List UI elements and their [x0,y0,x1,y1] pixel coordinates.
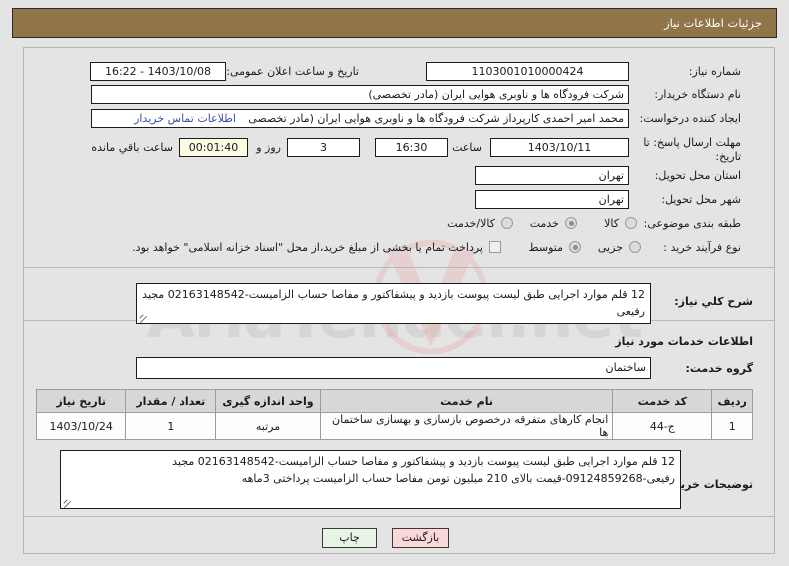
cell-code: ج-44 [612,412,713,440]
remaining-word: ساعت باقي مانده [91,141,173,154]
col-name: نام خدمت [319,389,614,413]
col-radif: ردیف [711,389,753,413]
deadline-date-value: 1403/10/11 [490,138,629,157]
deadline-time-value: 16:30 [375,138,448,157]
deadline-label: مهلت ارسال پاسخ: تا تاریخ: [643,136,741,163]
cell-name: انجام کارهای متفرقه درخصوص بازسازی و بهس… [319,412,614,440]
divider-3 [24,516,774,517]
cell-radif: 1 [711,412,753,440]
summary-label: شرح کلي نیاز: [674,295,753,308]
col-unit: واحد اندازه گیری [215,389,321,413]
cell-date: 1403/10/24 [35,412,127,440]
radio-category-khedmat[interactable] [565,217,577,229]
table-row: 1 ج-44 انجام کارهای متفرقه درخصوص بازساز… [35,412,753,440]
service-group-label: گروه خدمت: [685,362,753,375]
cell-quantity: 1 [125,412,217,440]
radio-category-khedmat-label: خدمت [529,217,559,230]
buyer-notes-value: 12 قلم موارد اجرایی طبق لیست پیوست بازدی… [60,450,681,509]
public-announce-value: 1403/10/08 - 16:22 [90,62,226,81]
request-creator-label: ایجاد کننده درخواست: [639,112,741,125]
back-button[interactable]: بازگشت [392,528,449,548]
process-label: نوع فرآیند خرید : [663,241,741,254]
table-header-row: ردیف کد خدمت نام خدمت واحد اندازه گیری ت… [35,389,753,413]
radio-process-jozi-label: جزیی [597,241,623,254]
radio-category-kala-khedmat[interactable] [501,217,513,229]
radio-category-kala[interactable] [625,217,637,229]
buyer-org-value: شرکت فرودگاه ها و ناوبری هوایی ایران (ما… [91,85,629,104]
summary-text: 12 قلم موارد اجرایی طبق لیست پیوست بازدی… [142,288,645,318]
days-word: روز و [256,141,281,154]
col-date: تاریخ نیاز [35,389,127,413]
radio-process-motevasset-label: متوسط [528,241,563,254]
col-quantity: تعداد / مقدار [125,389,217,413]
radio-process-motevasset[interactable] [569,241,581,253]
buyer-org-label: نام دستگاه خریدار: [654,88,741,101]
buyer-notes-line-2: رفیعی-09124859268-قیمت بالای 210 میلیون … [241,472,675,485]
public-announce-label: تاریخ و ساعت اعلان عمومی: [226,65,359,78]
service-group-value: ساختمان [136,357,651,379]
buyer-contact-link[interactable]: اطلاعات تماس خریدار [134,112,236,125]
radio-category-kala-khedmat-label: کالا/خدمت [447,217,495,230]
city-value: تهران [475,190,629,209]
deadline-time-word: ساعت [452,141,482,154]
buyer-notes-line-1: 12 قلم موارد اجرایی طبق لیست پیوست بازدی… [172,455,675,468]
resize-grip-icon [139,313,148,322]
print-button[interactable]: چاپ [322,528,377,548]
need-number-label: شماره نیاز: [688,65,741,78]
page-title: جزئیات اطلاعات نیاز [664,16,762,30]
cell-unit: مرتبه [215,412,321,440]
divider-1 [24,267,774,268]
countdown-timer: 00:01:40 [179,138,248,157]
need-number-value: 1103001010000424 [426,62,629,81]
need-details-page: AriaTender.net جزئیات اطلاعات نیاز شماره… [0,0,789,566]
window-title-bar: جزئیات اطلاعات نیاز [12,8,777,38]
checkbox-islamic-treasury[interactable] [489,241,501,253]
province-label: استان محل تحویل: [654,169,741,182]
resize-grip-icon [63,498,72,507]
services-section-title: اطلاعات خدمات مورد نیاز [615,335,753,348]
islamic-treasury-note: پرداخت تمام یا بخشی از مبلغ خرید،از محل … [132,241,483,254]
city-label: شهر محل تحویل: [661,193,741,206]
remaining-days-value: 3 [287,138,360,157]
col-code: کد خدمت [612,389,713,413]
services-table: ردیف کد خدمت نام خدمت واحد اندازه گیری ت… [35,389,753,440]
radio-process-jozi[interactable] [629,241,641,253]
province-value: تهران [475,166,629,185]
radio-category-kala-label: کالا [604,217,619,230]
summary-value: 12 قلم موارد اجرایی طبق لیست پیوست بازدی… [136,283,651,324]
category-label: طبقه بندی موضوعی: [643,217,741,230]
